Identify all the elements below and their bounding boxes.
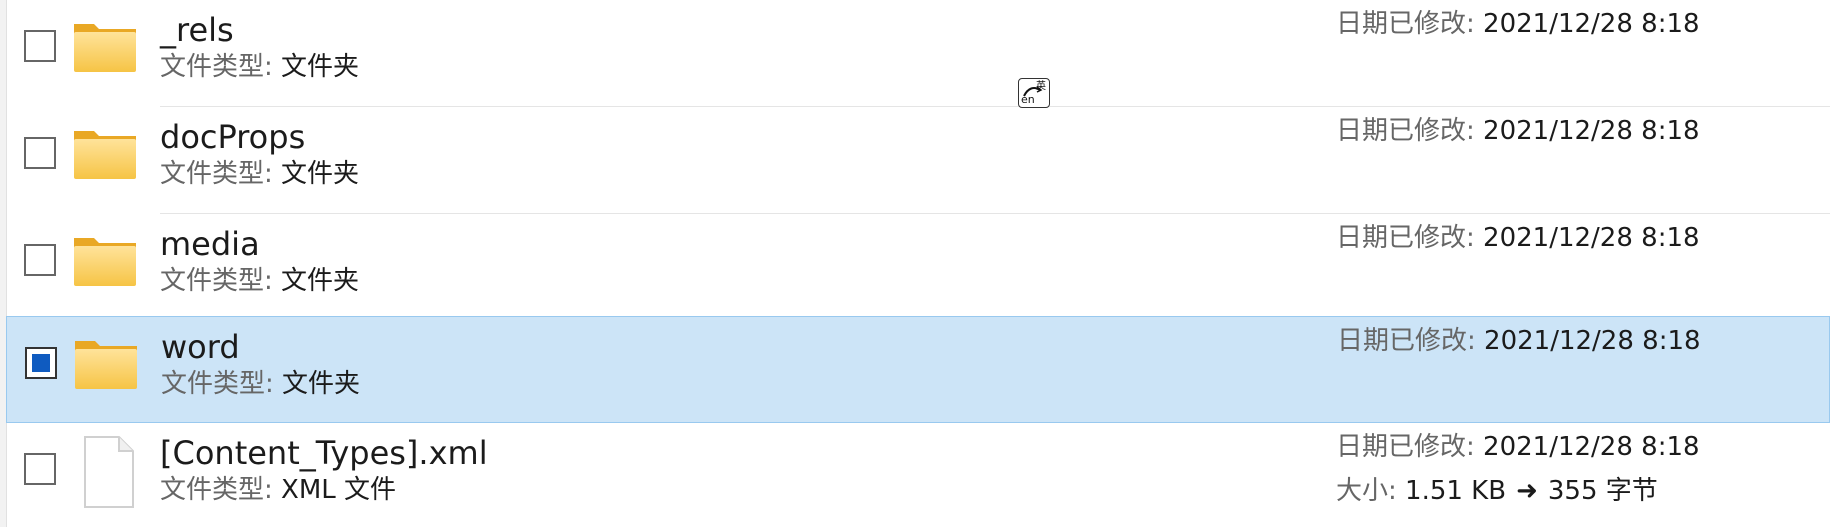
select-checkbox[interactable] — [24, 244, 56, 276]
list-item-media[interactable]: media 文件类型: 文件夹 日期已修改: 2021/12/28 8:18 — [6, 214, 1830, 321]
file-type: 文件类型: 文件夹 — [160, 50, 359, 84]
file-size-from: 1.51 KB — [1405, 476, 1507, 506]
file-name[interactable]: [Content_Types].xml — [160, 431, 488, 475]
file-icon — [84, 436, 134, 508]
file-type: 文件类型: 文件夹 — [160, 157, 359, 191]
file-size-label: 大小: — [1336, 476, 1406, 506]
file-name[interactable]: media — [160, 222, 260, 266]
file-type: 文件类型: 文件夹 — [161, 367, 360, 401]
ime-zh-label: 英 — [1036, 81, 1046, 92]
file-type-value: XML 文件 — [281, 475, 397, 505]
file-type-value: 文件夹 — [281, 159, 360, 189]
file-type-value: 文件夹 — [281, 52, 360, 82]
date-modified-value: 2021/12/28 8:18 — [1483, 223, 1700, 253]
file-list: _rels 文件类型: 文件夹 日期已修改: 2021/12/28 8:18 d… — [0, 0, 1830, 527]
file-type-label: 文件类型: — [160, 52, 282, 82]
file-type: 文件类型: 文件夹 — [160, 264, 359, 298]
select-checkbox[interactable] — [24, 137, 56, 169]
file-type-label: 文件类型: — [161, 369, 283, 399]
folder-icon — [74, 238, 136, 286]
folder-icon — [75, 341, 137, 389]
ime-en-label: en — [1021, 93, 1035, 106]
list-item-rels[interactable]: _rels 文件类型: 文件夹 日期已修改: 2021/12/28 8:18 — [6, 0, 1830, 107]
date-modified: 日期已修改: 2021/12/28 8:18 — [1337, 323, 1701, 359]
file-name[interactable]: _rels — [160, 8, 234, 52]
arrow-right-icon: ➜ — [1516, 476, 1538, 506]
file-type: 文件类型: XML 文件 — [160, 473, 396, 507]
file-name[interactable]: word — [161, 325, 240, 369]
file-type-value: 文件夹 — [282, 369, 361, 399]
file-size: 大小: 1.51 KB ➜ 355 字节 — [1336, 473, 1658, 509]
ime-indicator-icon[interactable]: 英 en — [1018, 78, 1050, 108]
date-modified-value: 2021/12/28 8:18 — [1483, 432, 1700, 462]
date-modified-label: 日期已修改: — [1336, 116, 1484, 146]
folder-icon — [74, 24, 136, 72]
select-checkbox-checked[interactable] — [25, 347, 57, 379]
date-modified-label: 日期已修改: — [1336, 432, 1484, 462]
folder-icon — [74, 131, 136, 179]
select-checkbox[interactable] — [24, 453, 56, 485]
list-item-word[interactable]: word 文件类型: 文件夹 日期已修改: 2021/12/28 8:18 — [6, 316, 1830, 423]
date-modified-label: 日期已修改: — [1336, 9, 1484, 39]
date-modified-value: 2021/12/28 8:18 — [1483, 9, 1700, 39]
file-type-label: 文件类型: — [160, 159, 282, 189]
date-modified-value: 2021/12/28 8:18 — [1484, 326, 1701, 356]
list-item-docprops[interactable]: docProps 文件类型: 文件夹 日期已修改: 2021/12/28 8:1… — [6, 107, 1830, 214]
date-modified: 日期已修改: 2021/12/28 8:18 — [1336, 6, 1700, 42]
file-name[interactable]: docProps — [160, 115, 305, 159]
file-type-value: 文件夹 — [281, 266, 360, 296]
select-checkbox[interactable] — [24, 30, 56, 62]
file-type-label: 文件类型: — [160, 266, 282, 296]
date-modified: 日期已修改: 2021/12/28 8:18 — [1336, 113, 1700, 149]
list-item-content-types[interactable]: [Content_Types].xml 文件类型: XML 文件 日期已修改: … — [6, 423, 1830, 530]
date-modified-value: 2021/12/28 8:18 — [1483, 116, 1700, 146]
file-size-to: 355 字节 — [1547, 476, 1658, 506]
date-modified-label: 日期已修改: — [1336, 223, 1484, 253]
file-type-label: 文件类型: — [160, 475, 282, 505]
date-modified: 日期已修改: 2021/12/28 8:18 — [1336, 429, 1700, 465]
date-modified-label: 日期已修改: — [1337, 326, 1485, 356]
date-modified: 日期已修改: 2021/12/28 8:18 — [1336, 220, 1700, 256]
